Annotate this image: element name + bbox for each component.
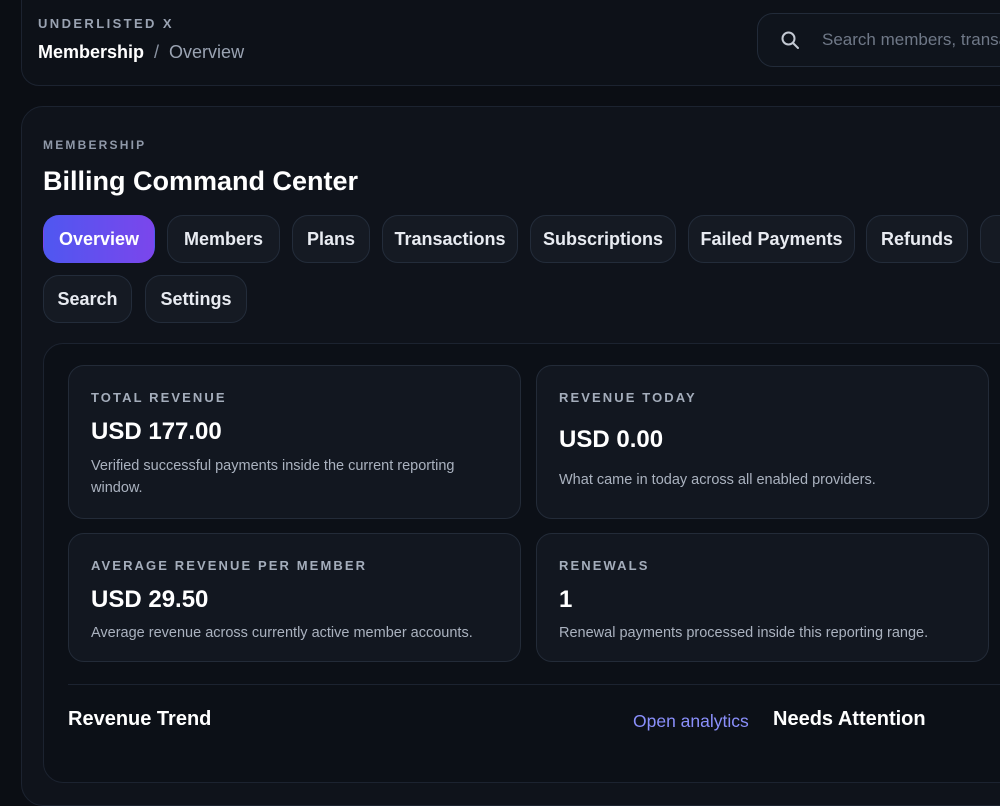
breadcrumb-separator: / xyxy=(154,42,160,62)
breadcrumb-current: Overview xyxy=(169,42,245,62)
stat-label: TOTAL REVENUE xyxy=(91,390,227,405)
tab-overview[interactable]: Overview xyxy=(43,215,155,263)
stat-description: Renewal payments processed inside this r… xyxy=(559,625,929,641)
stat-value: USD 29.50 xyxy=(91,586,209,613)
section-divider xyxy=(68,684,1000,685)
stat-card-average-revenue: AVERAGE REVENUE PER MEMBER USD 29.50 Ave… xyxy=(68,533,521,662)
tab-plans[interactable]: Plans xyxy=(292,215,370,263)
page-eyebrow: MEMBERSHIP xyxy=(43,138,147,152)
stat-label: RENEWALS xyxy=(559,558,650,573)
revenue-trend-title: Revenue Trend xyxy=(68,708,212,730)
tab-subscriptions[interactable]: Subscriptions xyxy=(530,215,676,263)
tab-transactions[interactable]: Transactions xyxy=(382,215,518,263)
stat-description: Verified successful payments inside the … xyxy=(91,458,455,496)
stat-label: AVERAGE REVENUE PER MEMBER xyxy=(91,558,368,573)
breadcrumb-section[interactable]: Membership xyxy=(38,42,144,63)
stat-description: Average revenue across currently active … xyxy=(91,625,473,641)
open-analytics-link[interactable]: Open analytics xyxy=(633,711,749,732)
needs-attention-title: Needs Attention xyxy=(773,708,926,730)
stat-value: 1 xyxy=(559,586,573,613)
stat-value: USD 177.00 xyxy=(91,418,222,445)
breadcrumb: Membership / Overview xyxy=(38,42,244,63)
tab-settings[interactable]: Settings xyxy=(145,275,247,323)
tab-search[interactable]: Search xyxy=(43,275,132,323)
stat-card-renewals: RENEWALS 1 Renewal payments processed in… xyxy=(536,533,989,662)
tab-failed-payments[interactable]: Failed Payments xyxy=(688,215,855,263)
search-box[interactable] xyxy=(757,13,1000,67)
stat-description: What came in today across all enabled pr… xyxy=(559,472,876,488)
tab-members[interactable]: Members xyxy=(167,215,280,263)
brand-name: UNDERLISTED X xyxy=(38,16,174,31)
stat-card-total-revenue: TOTAL REVENUE USD 177.00 Verified succes… xyxy=(68,365,521,519)
stat-card-revenue-today: REVENUE TODAY USD 0.00 What came in toda… xyxy=(536,365,989,519)
search-input[interactable] xyxy=(822,30,1000,50)
tab-refunds[interactable]: Refunds xyxy=(866,215,968,263)
stat-value: USD 0.00 xyxy=(559,426,664,453)
page-title: Billing Command Center xyxy=(43,166,359,196)
tab-overflow[interactable] xyxy=(980,215,1000,263)
search-icon xyxy=(781,31,799,49)
stat-label: REVENUE TODAY xyxy=(559,390,697,405)
